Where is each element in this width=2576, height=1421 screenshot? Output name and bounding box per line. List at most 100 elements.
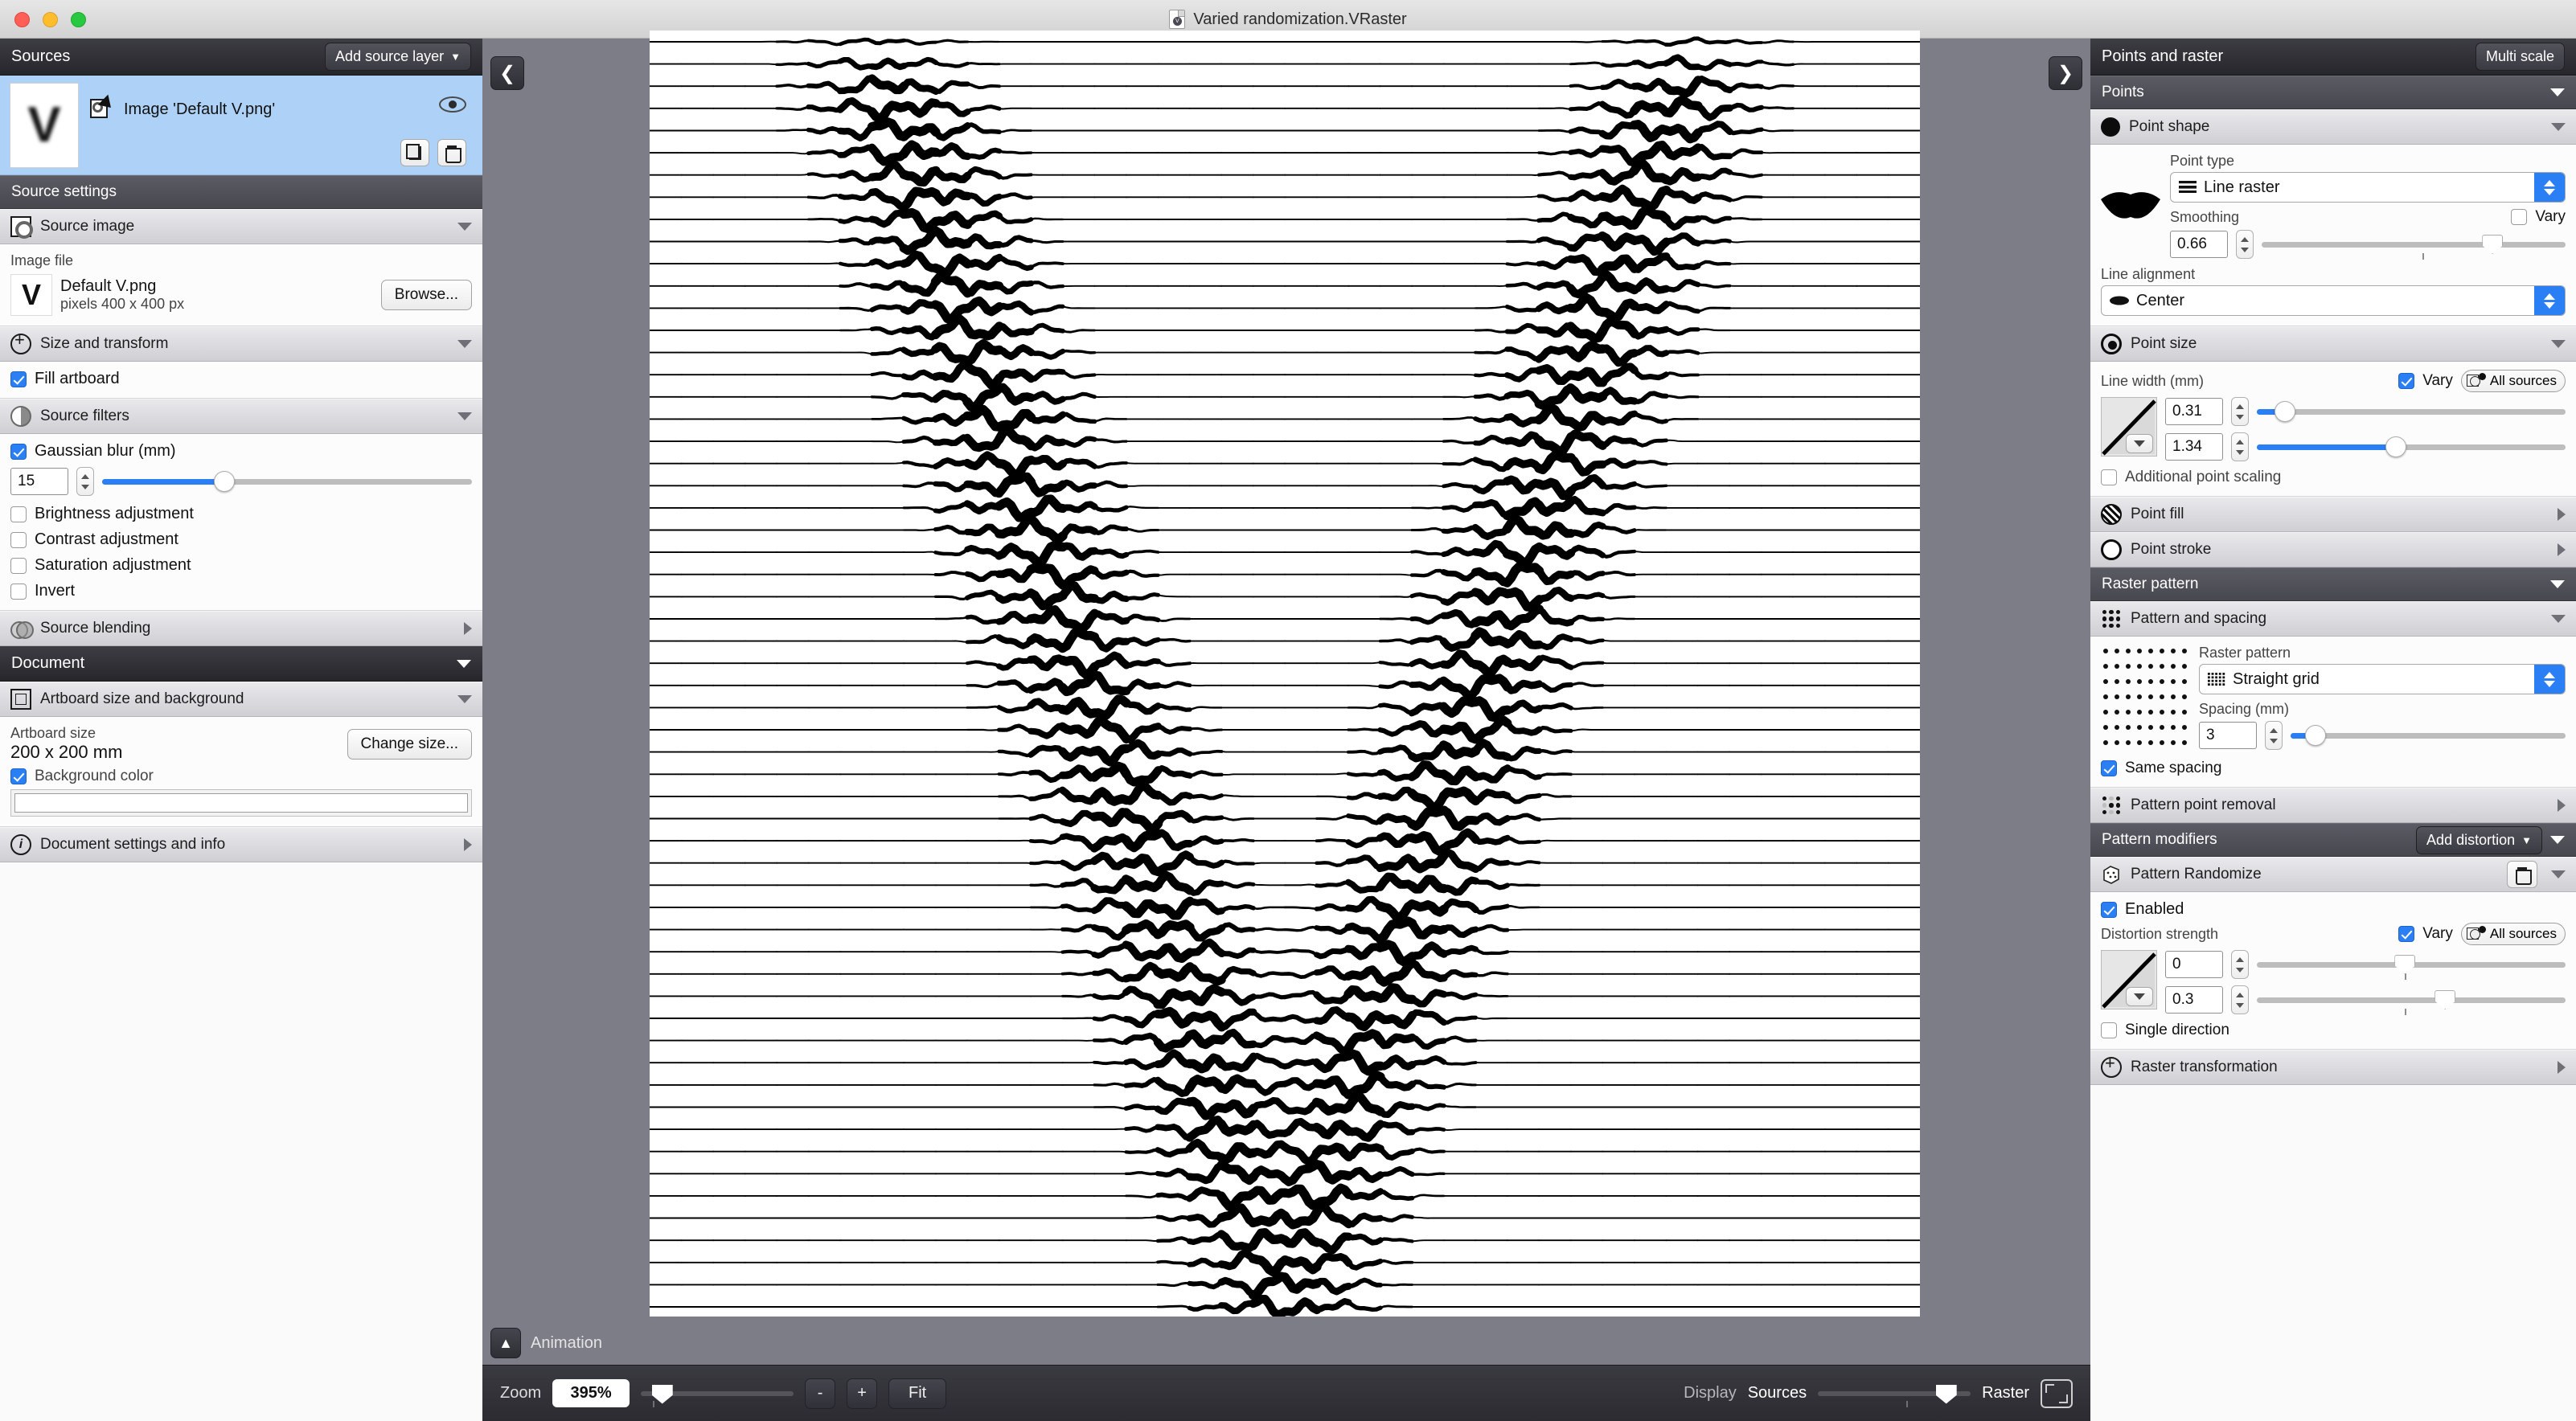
brightness-checkbox[interactable] bbox=[10, 506, 27, 522]
single-direction-checkbox[interactable] bbox=[2101, 1022, 2117, 1038]
section-size-and-transform[interactable]: Size and transform bbox=[0, 326, 482, 362]
section-source-filters[interactable]: Source filters bbox=[0, 399, 482, 434]
animation-expand-icon[interactable]: ▲ bbox=[490, 1328, 521, 1358]
gaussian-blur-stepper[interactable] bbox=[76, 467, 94, 496]
point-type-stepper-icon[interactable] bbox=[2534, 173, 2565, 202]
distortion-min-input[interactable]: 0 bbox=[2165, 951, 2223, 978]
section-raster-transformation[interactable]: Raster transformation bbox=[2090, 1050, 2576, 1085]
line-width-min-slider[interactable] bbox=[2257, 401, 2566, 422]
chevron-down-icon[interactable] bbox=[2550, 836, 2565, 844]
chevron-down-icon[interactable] bbox=[457, 412, 472, 420]
add-distortion-button[interactable]: Add distortion ▼ bbox=[2416, 825, 2542, 854]
gaussian-blur-slider[interactable] bbox=[102, 471, 472, 492]
zoom-slider[interactable] bbox=[641, 1384, 794, 1407]
line-width-max-input[interactable]: 1.34 bbox=[2165, 433, 2223, 461]
chevron-down-icon[interactable] bbox=[457, 659, 471, 668]
distortion-all-sources-button[interactable]: All sources bbox=[2460, 923, 2566, 945]
line-width-min-stepper[interactable] bbox=[2231, 397, 2249, 426]
chevron-down-icon[interactable] bbox=[457, 695, 472, 703]
section-pattern-randomize[interactable]: Pattern Randomize bbox=[2090, 857, 2576, 892]
section-source-blending[interactable]: Source blending bbox=[0, 611, 482, 646]
zoom-input[interactable]: 395% bbox=[552, 1379, 630, 1407]
invert-checkbox[interactable] bbox=[10, 583, 27, 600]
collapse-left-panel-button[interactable]: ❮ bbox=[490, 56, 524, 90]
animation-bar[interactable]: ▲ Animation bbox=[490, 1328, 602, 1358]
raster-pattern-select[interactable]: Straight grid bbox=[2199, 664, 2566, 694]
chevron-down-icon[interactable] bbox=[2550, 580, 2565, 588]
duplicate-layer-button[interactable] bbox=[400, 139, 429, 166]
additional-point-scaling-checkbox[interactable] bbox=[2101, 469, 2117, 485]
spacing-input[interactable]: 3 bbox=[2199, 722, 2257, 749]
chevron-down-icon[interactable] bbox=[2551, 340, 2566, 348]
gaussian-blur-checkbox[interactable] bbox=[10, 443, 27, 460]
distortion-max-slider[interactable] bbox=[2257, 990, 2566, 1015]
chevron-down-icon[interactable] bbox=[457, 340, 472, 348]
smoothing-vary-checkbox[interactable] bbox=[2511, 209, 2528, 225]
distortion-ramp-preview[interactable] bbox=[2101, 950, 2157, 1009]
zoom-out-button[interactable]: - bbox=[805, 1378, 836, 1409]
same-spacing-checkbox[interactable] bbox=[2101, 760, 2117, 776]
zoom-in-button[interactable]: + bbox=[847, 1378, 878, 1409]
chevron-down-icon[interactable] bbox=[2550, 88, 2565, 96]
line-width-ramp-preview[interactable] bbox=[2101, 397, 2157, 457]
chevron-down-icon[interactable] bbox=[2551, 123, 2566, 131]
section-pattern-spacing[interactable]: Pattern and spacing bbox=[2090, 601, 2576, 637]
zoom-fit-button[interactable]: Fit bbox=[888, 1378, 947, 1409]
delete-modifier-button[interactable] bbox=[2507, 861, 2537, 888]
section-point-fill[interactable]: Point fill bbox=[2090, 497, 2576, 532]
line-width-max-slider[interactable] bbox=[2257, 436, 2566, 457]
chevron-right-icon[interactable] bbox=[464, 838, 472, 851]
section-point-size[interactable]: Point size bbox=[2090, 326, 2576, 362]
fullscreen-icon[interactable] bbox=[2041, 1378, 2073, 1408]
raster-pattern-stepper-icon[interactable] bbox=[2534, 665, 2565, 694]
chevron-right-icon[interactable] bbox=[464, 622, 472, 635]
smoothing-stepper[interactable] bbox=[2236, 230, 2254, 259]
chevron-right-icon[interactable] bbox=[2558, 543, 2566, 556]
line-width-max-stepper[interactable] bbox=[2231, 432, 2249, 461]
line-width-vary-checkbox[interactable] bbox=[2398, 373, 2415, 389]
spacing-slider[interactable] bbox=[2291, 725, 2566, 746]
section-point-shape[interactable]: Point shape bbox=[2090, 109, 2576, 145]
line-width-min-input[interactable]: 0.31 bbox=[2165, 398, 2223, 425]
spacing-stepper[interactable] bbox=[2265, 721, 2283, 750]
section-point-stroke[interactable]: Point stroke bbox=[2090, 532, 2576, 567]
section-pattern-point-removal[interactable]: Pattern point removal bbox=[2090, 788, 2576, 823]
point-type-select[interactable]: Line raster bbox=[2170, 172, 2566, 203]
distortion-vary-checkbox[interactable] bbox=[2398, 926, 2415, 942]
chevron-right-icon[interactable] bbox=[2558, 508, 2566, 521]
section-document-info[interactable]: i Document settings and info bbox=[0, 827, 482, 862]
source-layer-item[interactable]: V Image 'Default V.png' bbox=[0, 76, 482, 175]
line-alignment-select[interactable]: Center bbox=[2101, 285, 2566, 316]
ramp-dropdown-icon[interactable] bbox=[2126, 434, 2153, 453]
section-artboard[interactable]: Artboard size and background bbox=[0, 682, 482, 717]
add-source-layer-button[interactable]: Add source layer ▼ bbox=[325, 43, 471, 71]
chevron-down-icon[interactable] bbox=[2551, 615, 2566, 623]
change-size-button[interactable]: Change size... bbox=[347, 728, 472, 760]
display-blend-slider[interactable] bbox=[1818, 1384, 1971, 1407]
distortion-min-stepper[interactable] bbox=[2231, 950, 2249, 979]
chevron-right-icon[interactable] bbox=[2558, 1061, 2566, 1074]
section-source-image[interactable]: Source image bbox=[0, 209, 482, 244]
line-width-all-sources-button[interactable]: All sources bbox=[2460, 370, 2566, 392]
browse-button[interactable]: Browse... bbox=[380, 280, 472, 310]
chevron-down-icon[interactable] bbox=[2551, 870, 2566, 878]
distortion-max-stepper[interactable] bbox=[2231, 985, 2249, 1014]
gaussian-blur-input[interactable]: 15 bbox=[10, 468, 68, 495]
artboard-canvas[interactable] bbox=[649, 31, 1922, 1320]
fill-artboard-checkbox[interactable] bbox=[10, 371, 27, 387]
background-color-swatch[interactable] bbox=[10, 789, 472, 817]
randomize-enabled-checkbox[interactable] bbox=[2101, 901, 2117, 918]
multi-scale-button[interactable]: Multi scale bbox=[2475, 43, 2565, 71]
visibility-eye-icon[interactable] bbox=[439, 96, 466, 113]
contrast-checkbox[interactable] bbox=[10, 531, 27, 548]
collapse-right-panel-button[interactable]: ❯ bbox=[2049, 56, 2082, 90]
smoothing-slider[interactable] bbox=[2262, 235, 2566, 260]
distortion-min-slider[interactable] bbox=[2257, 955, 2566, 980]
background-color-checkbox[interactable] bbox=[10, 768, 27, 784]
chevron-right-icon[interactable] bbox=[2558, 799, 2566, 812]
distortion-max-input[interactable]: 0.3 bbox=[2165, 986, 2223, 1014]
ramp-dropdown-icon[interactable] bbox=[2126, 987, 2153, 1006]
line-alignment-stepper-icon[interactable] bbox=[2534, 286, 2565, 315]
delete-layer-button[interactable] bbox=[437, 139, 466, 166]
smoothing-input[interactable]: 0.66 bbox=[2170, 231, 2228, 258]
